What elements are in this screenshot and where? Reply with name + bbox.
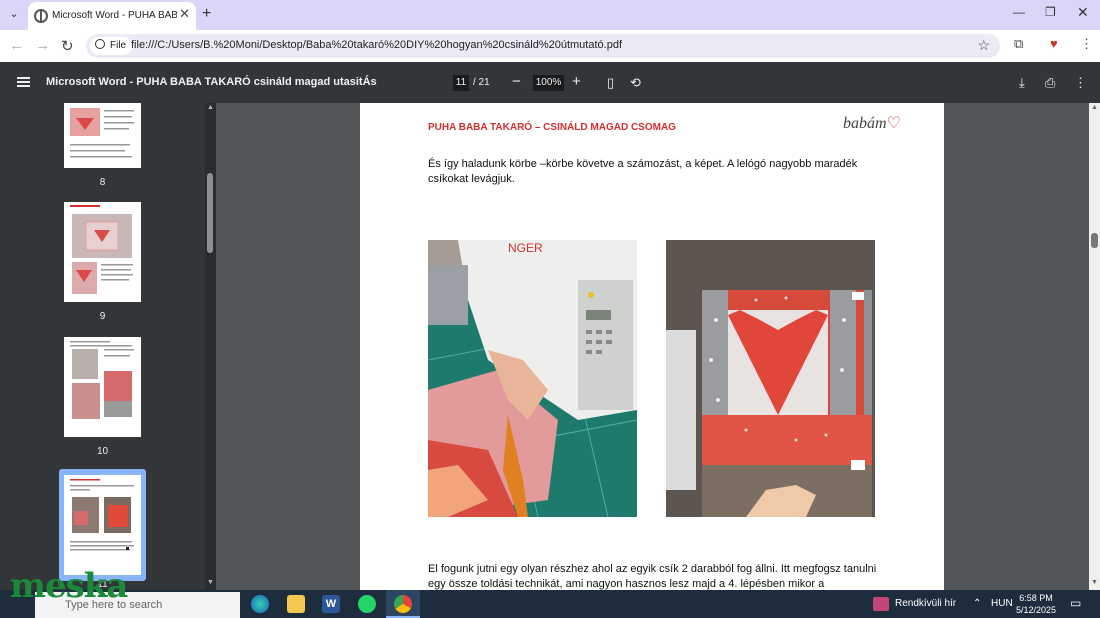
tab-active[interactable]: Microsoft Word - PUHA BABA T ✕ <box>28 2 196 30</box>
file-explorer-icon[interactable] <box>287 595 305 613</box>
thumbnail-content <box>70 479 134 551</box>
globe-icon <box>34 9 48 23</box>
browser-window: { "browser": { "tab_title": "Microsoft W… <box>0 0 1100 618</box>
minimize-icon[interactable]: — <box>1013 5 1025 19</box>
weather-news-label[interactable]: Rendkívüli hír <box>895 598 956 609</box>
word-icon[interactable]: W <box>322 595 340 613</box>
logo-text: babám <box>843 115 887 132</box>
browser-menu-icon[interactable]: ⋮ <box>1080 36 1093 52</box>
extensions-puzzle-icon[interactable]: ⧉ <box>1014 36 1023 52</box>
site-info-chip[interactable]: File <box>90 37 133 55</box>
thumbnail-sidebar: 8 9 10 11 <box>0 103 216 590</box>
profile-extension-icon[interactable]: ♥ <box>1050 36 1058 51</box>
new-tab-plus-icon[interactable]: + <box>202 5 211 23</box>
windows-taskbar: Type here to search W Rendkívüli hír ⌃ H… <box>0 590 1100 618</box>
heart-icon: ♡ <box>886 115 901 132</box>
paragraph-1: És így haladunk körbe –körbe követve a s… <box>428 158 858 185</box>
close-window-icon[interactable]: ✕ <box>1077 4 1089 21</box>
zoom-out-icon[interactable]: − <box>512 73 521 90</box>
close-tab-icon[interactable]: ✕ <box>179 6 190 22</box>
page-total: / 21 <box>473 77 490 88</box>
tab-title: Microsoft Word - PUHA BABA T <box>52 10 177 21</box>
thumbnail-page-8[interactable] <box>64 103 141 168</box>
notification-icon[interactable]: ▭ <box>1070 596 1081 610</box>
print-icon[interactable]: ⎙ <box>1045 75 1055 91</box>
watermark-logo: meska <box>10 566 128 606</box>
brand-logo: babám♡ <box>843 113 901 133</box>
forward-arrow-icon[interactable]: → <box>35 37 50 54</box>
sidebar-scroll-thumb[interactable] <box>207 173 213 253</box>
sidebar-menu-icon[interactable] <box>17 77 30 87</box>
page-header: PUHA BABA TAKARÓ – CSINÁLD MAGAD CSOMAG <box>428 122 676 133</box>
clock-date: 5/12/2025 <box>1016 605 1057 615</box>
paragraph-2: El fogunk jutni egy olyan részhez ahol a… <box>428 563 877 590</box>
tab-strip: ⌄ Microsoft Word - PUHA BABA T ✕ + — ❐ ✕ <box>0 0 1100 30</box>
scroll-down-icon[interactable]: ▼ <box>1091 579 1098 586</box>
restore-icon[interactable]: ❐ <box>1045 5 1056 19</box>
svg-text:NGER: NGER <box>508 241 543 255</box>
chrome-taskbar-button[interactable] <box>386 590 420 618</box>
back-arrow-icon[interactable]: ← <box>9 37 24 54</box>
tray-chevron-icon[interactable]: ⌃ <box>973 598 981 609</box>
bookmark-star-icon[interactable]: ☆ <box>977 37 990 54</box>
edge-browser-icon[interactable] <box>251 595 269 613</box>
more-actions-icon[interactable]: ⋮ <box>1074 75 1087 91</box>
pdf-page: PUHA BABA TAKARÓ – CSINÁLD MAGAD CSOMAG … <box>360 103 944 590</box>
clock-time: 6:58 PM <box>1019 593 1053 603</box>
scroll-up-icon[interactable]: ▲ <box>1091 104 1098 111</box>
thumbnail-label: 9 <box>99 311 106 322</box>
page-number-input[interactable]: 11 <box>453 75 469 91</box>
chrome-icon <box>394 595 412 613</box>
tab-search-chevron-icon[interactable]: ⌄ <box>5 5 23 23</box>
thumbnail-page-10[interactable] <box>64 337 141 437</box>
chip-label: File <box>110 40 127 51</box>
document-title: Microsoft Word - PUHA BABA TAKARÓ csinál… <box>46 76 377 88</box>
heart-quilt-photo <box>666 240 875 517</box>
reload-icon[interactable]: ↻ <box>61 37 74 55</box>
thumbnail-content <box>70 341 134 419</box>
scroll-up-icon[interactable]: ▲ <box>207 104 214 111</box>
pdf-toolbar: Microsoft Word - PUHA BABA TAKARÓ csinál… <box>0 62 1100 103</box>
whatsapp-icon[interactable] <box>358 595 376 613</box>
info-icon <box>95 39 105 49</box>
page-scroll-thumb[interactable] <box>1091 233 1098 248</box>
omnibox[interactable]: File file:///C:/Users/B.%20Moni/Desktop/… <box>86 34 1000 58</box>
download-icon[interactable]: ⤓ <box>1019 75 1025 91</box>
thumbnail-page-11[interactable] <box>64 475 141 575</box>
zoom-in-icon[interactable]: + <box>572 73 581 90</box>
address-row: ← → ↻ File file:///C:/Users/B.%20Moni/De… <box>0 30 1100 62</box>
zoom-input[interactable]: 100% <box>533 75 564 91</box>
thumbnail-content <box>70 108 134 158</box>
fit-page-icon[interactable]: ▯ <box>607 75 614 91</box>
taskbar-clock[interactable]: 6:58 PM 5/12/2025 <box>1016 592 1056 616</box>
language-indicator[interactable]: HUN <box>991 598 1013 609</box>
news-icon <box>873 597 889 611</box>
scroll-down-icon[interactable]: ▼ <box>207 579 214 586</box>
rotate-icon[interactable]: ⟲ <box>630 75 641 91</box>
thumbnail-label: 10 <box>96 446 109 457</box>
thumbnail-label: 8 <box>99 177 106 188</box>
thumbnail-page-9[interactable] <box>64 202 141 302</box>
thumbnail-content <box>70 205 133 294</box>
sewing-machine-photo: NGER <box>428 240 637 517</box>
page-scrollbar[interactable]: ▲ ▼ <box>1089 103 1100 590</box>
url-text[interactable]: file:///C:/Users/B.%20Moni/Desktop/Baba%… <box>131 39 622 51</box>
